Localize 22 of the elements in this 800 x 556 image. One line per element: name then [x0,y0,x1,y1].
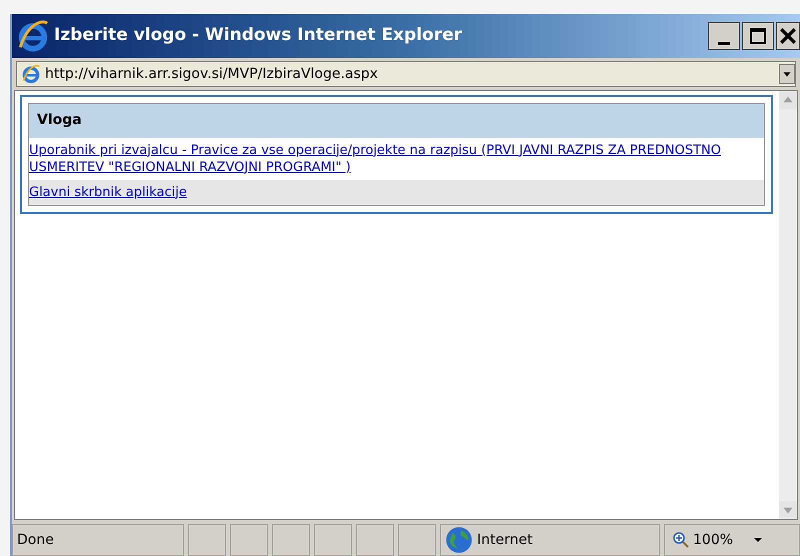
zoom-button[interactable]: 100% [664,524,800,556]
page-icon [21,64,41,84]
caret-icon [753,535,764,545]
status-pane [272,524,310,556]
maximize-button[interactable] [742,22,774,50]
zone-label: Internet [477,530,533,550]
globe-icon [445,526,473,554]
window-title: Izberite vlogo - Windows Internet Explorer [54,24,462,48]
role-link[interactable]: Uporabnik pri izvajalcu - Pravice za vse operacije/projekte na razpisu (PRVI JAVNI RAZPIS ZA PREDNOSTNO USMERITEV "REGIONALNI RAZVOJNI PROGRAMI" ) [29,142,764,176]
minimize-button[interactable] [708,22,740,50]
browser-logo-icon [16,19,50,53]
status-pane [398,524,436,556]
column-header: Vloga [28,104,764,138]
status-pane [314,524,352,556]
address-field[interactable]: http://viharnik.arr.sigov.si/MVP/IzbiraVloge.aspx [16,61,796,87]
status-pane [188,524,226,556]
status-pane [356,524,394,556]
status-pane [230,524,268,556]
close-icon [779,27,797,45]
magnifier-icon [673,532,689,548]
status-text: Done [12,524,184,556]
close-button[interactable] [776,22,800,50]
